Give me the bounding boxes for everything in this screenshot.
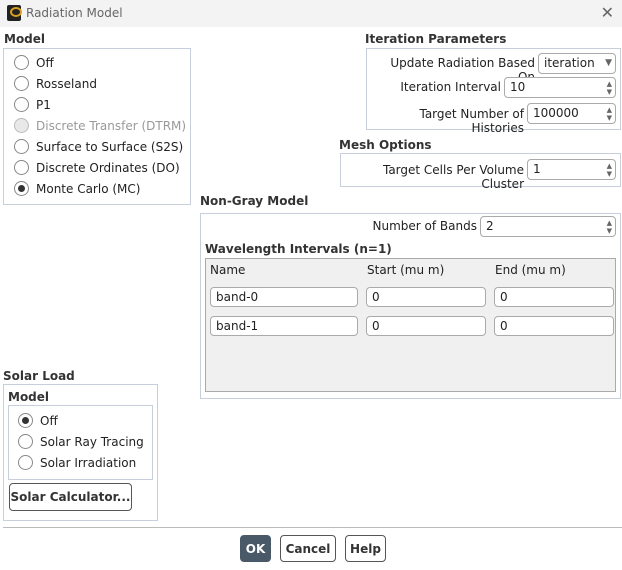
bands-value: 2	[486, 219, 494, 233]
radio-p1[interactable]: P1	[14, 94, 190, 115]
radio-label: Discrete Ordinates (DO)	[36, 160, 180, 175]
ok-button[interactable]: OK	[240, 535, 271, 562]
spinner-icon[interactable]: ▲ ▼	[607, 106, 612, 122]
radio-button-icon[interactable]	[14, 76, 29, 91]
help-button[interactable]: Help	[345, 535, 386, 562]
radio-label: Surface to Surface (S2S)	[36, 139, 184, 154]
iteration-interval-label: Iteration Interval	[400, 80, 501, 94]
radio-discrete-ordinates-do[interactable]: Discrete Ordinates (DO)	[14, 157, 190, 178]
radio-label: Rosseland	[36, 76, 97, 91]
model-group: Off Rosseland P1 Discrete Transfer (DTRM) Su…	[3, 48, 191, 205]
column-header-start: Start (mu m)	[367, 263, 445, 277]
cancel-button[interactable]: Cancel	[280, 535, 336, 562]
spinner-icon[interactable]: ▲ ▼	[607, 219, 612, 235]
chevron-down-icon: ▼	[605, 58, 612, 68]
bands-label: Number of Bands	[372, 219, 477, 233]
spinner-icon[interactable]: ▲ ▼	[607, 80, 612, 96]
solar-model-group: Off Solar Ray Tracing Solar Irradiation	[8, 405, 153, 480]
mesh-header: Mesh Options	[339, 138, 432, 152]
nongray-header: Non-Gray Model	[200, 194, 309, 208]
radio-label: Discrete Transfer (DTRM)	[36, 118, 187, 133]
cells-value: 1	[533, 162, 541, 176]
band-start-input[interactable]: 0	[366, 287, 486, 307]
radio-button-icon[interactable]	[18, 434, 33, 449]
fluent-app-icon	[7, 5, 22, 21]
radio-solar-irradiation[interactable]: Solar Irradiation	[18, 452, 152, 473]
radio-label: Monte Carlo (MC)	[36, 181, 141, 196]
iteration-header: Iteration Parameters	[365, 32, 507, 46]
spinner-icon[interactable]: ▲ ▼	[607, 162, 612, 178]
cells-input[interactable]: 1 ▲ ▼	[527, 159, 616, 180]
radio-label: Off	[36, 55, 54, 70]
band-name-input[interactable]: band-1	[210, 316, 358, 336]
iteration-interval-input[interactable]: 10 ▲ ▼	[504, 77, 616, 98]
radio-label: Off	[40, 413, 58, 428]
intervals-header: Wavelength Intervals (n=1)	[205, 242, 392, 256]
histories-input[interactable]: 100000 ▲ ▼	[527, 103, 616, 124]
divider	[3, 527, 622, 528]
radio-solar-ray-tracing[interactable]: Solar Ray Tracing	[18, 431, 152, 452]
radio-button-icon[interactable]	[14, 181, 29, 196]
radio-off[interactable]: Off	[14, 52, 190, 73]
radio-label: Solar Irradiation	[40, 455, 137, 470]
band-start-input[interactable]: 0	[366, 316, 486, 336]
radio-button-icon	[14, 118, 29, 133]
band-name-input[interactable]: band-0	[210, 287, 358, 307]
band-end-input[interactable]: 0	[494, 287, 614, 307]
histories-label: Target Number of Histories	[419, 107, 524, 135]
radio-label: Solar Ray Tracing	[40, 434, 144, 449]
radio-monte-carlo-mc[interactable]: Monte Carlo (MC)	[14, 178, 190, 199]
radio-button-icon[interactable]	[14, 97, 29, 112]
band-end-input[interactable]: 0	[494, 316, 614, 336]
model-header: Model	[4, 32, 46, 46]
window-title: Radiation Model	[26, 6, 123, 20]
cells-label: Target Cells Per Volume Cluster	[382, 163, 524, 191]
radio-discrete-transfer-dtrm: Discrete Transfer (DTRM)	[14, 115, 190, 136]
bands-input[interactable]: 2 ▲ ▼	[480, 216, 616, 237]
column-header-name: Name	[210, 263, 246, 277]
update-radiation-value: iteration	[544, 56, 595, 70]
close-icon[interactable]: ✕	[601, 3, 614, 22]
radio-surface-to-surface-s2s[interactable]: Surface to Surface (S2S)	[14, 136, 190, 157]
radio-button-icon[interactable]	[14, 55, 29, 70]
solar-model-header: Model	[8, 390, 50, 404]
radio-rosseland[interactable]: Rosseland	[14, 73, 190, 94]
iteration-interval-value: 10	[510, 80, 526, 94]
solar-calculator-button[interactable]: Solar Calculator...	[9, 483, 132, 511]
radio-button-icon[interactable]	[18, 413, 33, 428]
radio-button-icon[interactable]	[14, 160, 29, 175]
histories-value: 100000	[533, 106, 579, 120]
radio-button-icon[interactable]	[14, 139, 29, 154]
column-header-end: End (mu m)	[495, 263, 566, 277]
update-radiation-dropdown[interactable]: iteration ▼	[538, 53, 616, 74]
radio-label: P1	[36, 97, 51, 112]
radio-off[interactable]: Off	[18, 410, 152, 431]
radio-button-icon[interactable]	[18, 455, 33, 470]
solar-header: Solar Load	[3, 369, 75, 383]
